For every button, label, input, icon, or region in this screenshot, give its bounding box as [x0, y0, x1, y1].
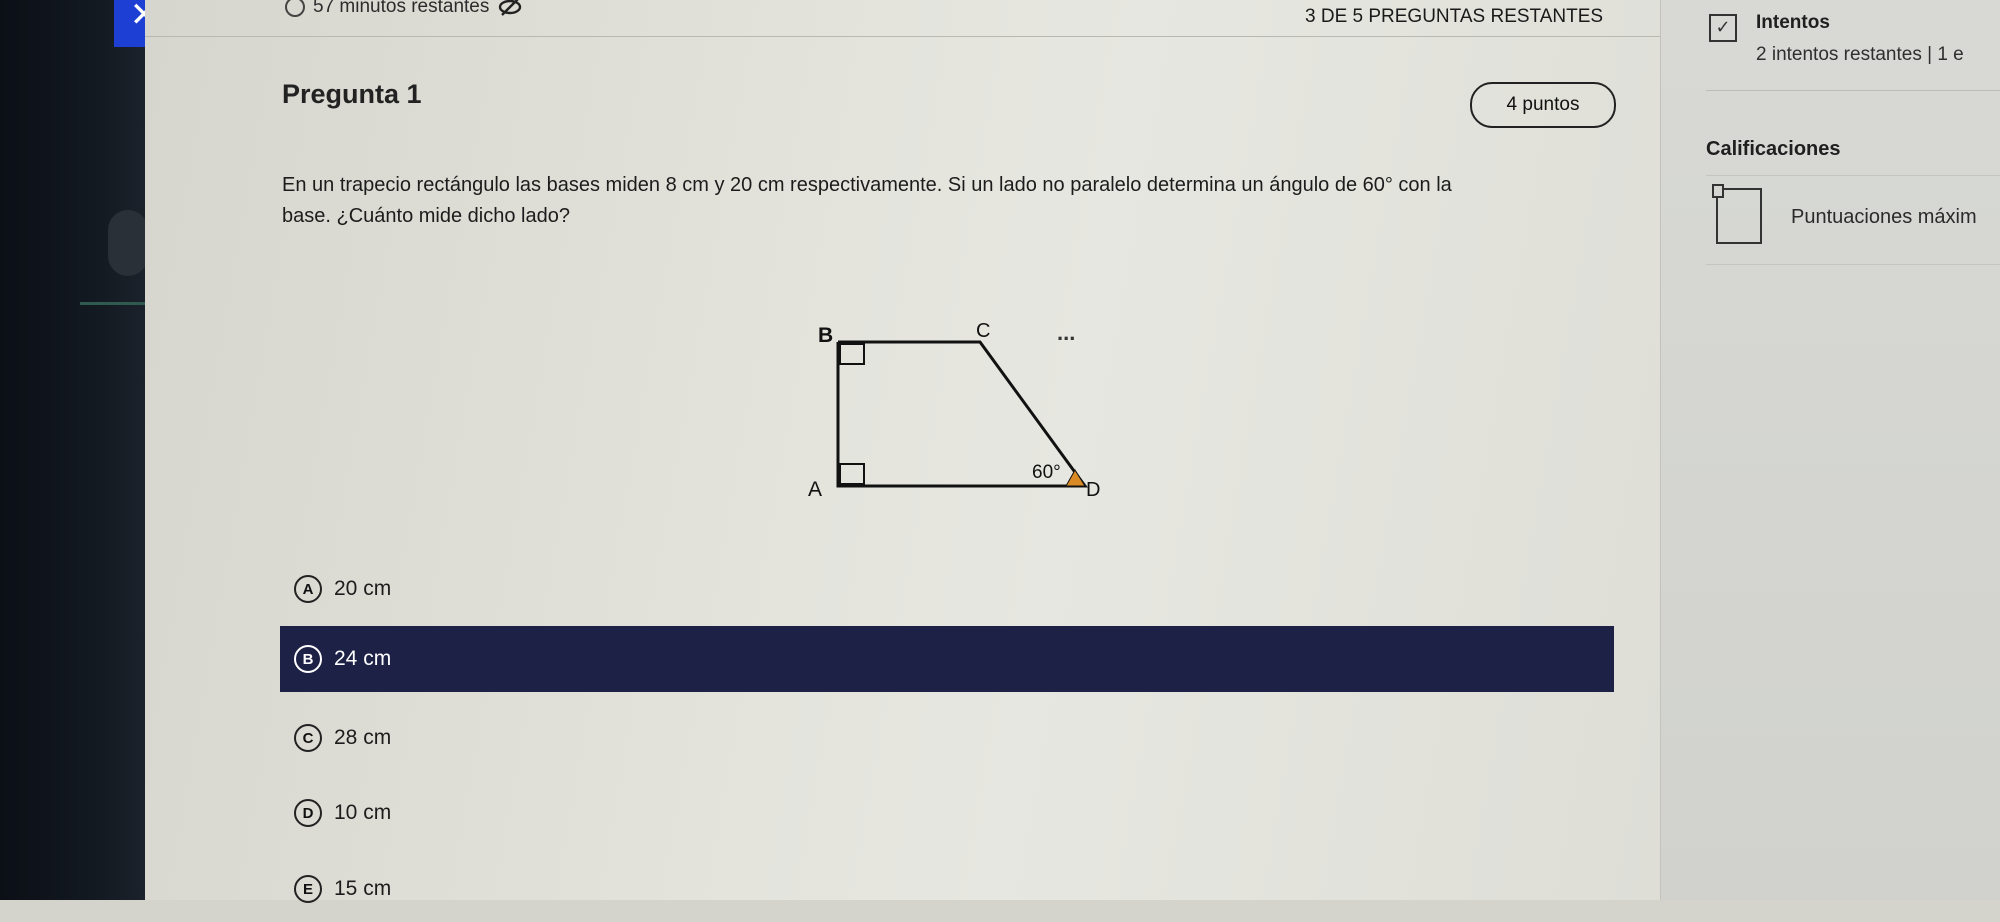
question-text-line-2: base. ¿Cuánto mide dicho lado?: [282, 205, 570, 227]
grades-title: Calificaciones: [1706, 138, 1841, 160]
option-letter: E: [294, 875, 322, 903]
question-text-line-1: En un trapecio rectángulo las bases mide…: [282, 174, 1452, 196]
option-text: 15 cm: [334, 877, 392, 900]
checkbox-icon: ✓: [1709, 14, 1737, 42]
option-b[interactable]: B 24 cm: [280, 626, 1614, 692]
clock-icon: [285, 0, 305, 17]
label-d: D: [1086, 479, 1100, 501]
timer: 57 minutos restantes: [285, 0, 523, 18]
right-angle-marker-a: [839, 463, 865, 485]
questions-remaining: 3 DE 5 PREGUNTAS RESTANTES: [1305, 6, 1604, 27]
right-angle-marker-b: [839, 343, 865, 365]
option-text: 20 cm: [334, 577, 392, 600]
nav-divider: [80, 302, 146, 305]
eye-off-icon[interactable]: [497, 0, 523, 17]
option-c[interactable]: C 28 cm: [280, 705, 1614, 771]
label-c: C: [976, 320, 990, 342]
label-b: B: [818, 324, 833, 347]
angle-label: 60°: [1032, 462, 1061, 483]
attempts-remaining: 2 intentos restantes | 1 e: [1756, 44, 1964, 65]
top-bar: 57 minutos restantes 3 DE 5 PREGUNTAS RE…: [145, 0, 1660, 37]
option-text: 28 cm: [334, 726, 392, 749]
right-sidebar: ✓ Intentos 2 intentos restantes | 1 e Ca…: [1660, 0, 2000, 900]
points-badge: 4 puntos: [1470, 82, 1616, 128]
attempts-title: Intentos: [1756, 12, 1830, 33]
label-a: A: [808, 478, 822, 501]
nav-pill[interactable]: [108, 210, 148, 276]
left-nav-strip: [0, 0, 148, 900]
max-scores-item[interactable]: Puntuaciones máxim: [1706, 175, 2000, 265]
more-dots: ...: [1057, 320, 1075, 345]
option-d[interactable]: D 10 cm: [280, 780, 1614, 846]
angle-marker-d: [1065, 469, 1086, 487]
trapezoid-figure: B C A D 60° ...: [808, 320, 1100, 501]
max-scores-label: Puntuaciones máxim: [1791, 206, 1977, 228]
option-letter: D: [294, 799, 322, 827]
option-a[interactable]: A 20 cm: [280, 556, 1614, 622]
option-text: 10 cm: [334, 801, 392, 824]
document-icon: [1712, 184, 1762, 244]
main-content: 57 minutos restantes 3 DE 5 PREGUNTAS RE…: [145, 0, 1660, 903]
sidebar-divider: [1706, 90, 2000, 91]
question-title: Pregunta 1: [282, 79, 422, 109]
option-letter: B: [294, 645, 322, 673]
option-letter: A: [294, 575, 322, 603]
timer-text: 57 minutos restantes: [313, 0, 490, 17]
question-text: En un trapecio rectángulo las bases mide…: [282, 170, 1622, 232]
option-letter: C: [294, 724, 322, 752]
option-text: 24 cm: [334, 647, 392, 670]
option-e[interactable]: E 15 cm: [280, 856, 1614, 922]
